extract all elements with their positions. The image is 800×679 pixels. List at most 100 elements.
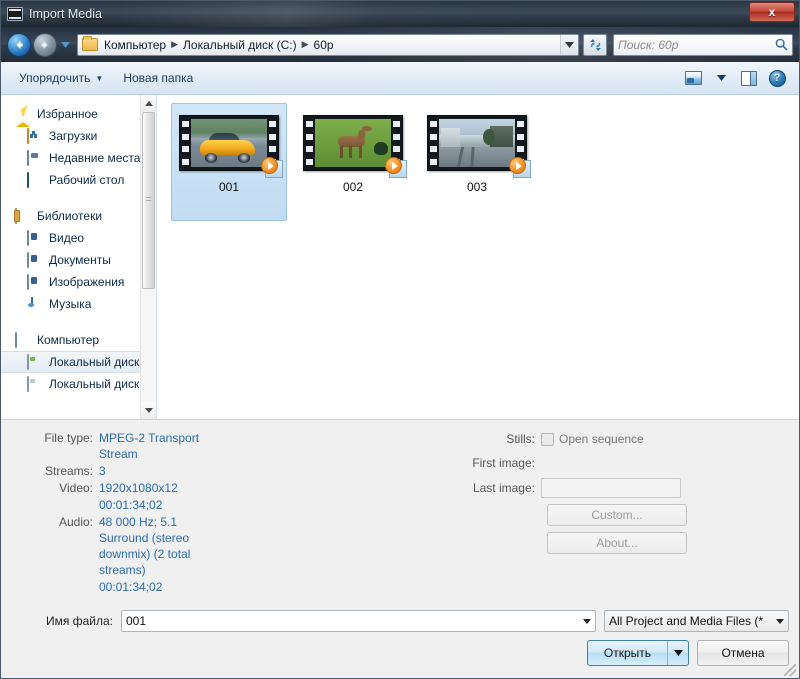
property-label: Video: [59,481,93,495]
sidebar-item-local-disk-d[interactable]: Локальный диск [1,373,156,395]
close-button[interactable]: x [749,2,795,22]
sidebar-item-label: Изображения [49,275,125,289]
cancel-button-label: Отмена [721,646,765,660]
scene-street [439,119,515,167]
preview-pane-button[interactable] [735,66,763,90]
local-disk-icon [27,354,43,370]
forward-button[interactable] [33,32,57,57]
about-button[interactable]: About... [547,532,687,554]
stills-options: Stills: Open sequence First image: Last … [401,430,799,604]
film-perforations-left [180,116,191,170]
sidebar-item-computer[interactable]: Компьютер [1,329,156,351]
file-type-filter-dropdown[interactable]: All Project and Media Files (* [604,610,789,632]
scrollbar-thumb[interactable] [142,112,155,289]
filename-input[interactable]: 001 [121,610,596,632]
scroll-down-button[interactable] [141,402,156,419]
nav-group-favorites: Избранное Загрузки Недавние места Рабочи… [1,103,156,191]
sidebar-item-label: Компьютер [37,333,100,347]
chevron-down-icon [565,41,574,48]
dialog-body: Избранное Загрузки Недавние места Рабочи… [1,95,799,419]
address-bar[interactable]: Компьютер ▶ Локальный диск (C:) ▶ 60p [77,33,579,56]
search-box[interactable]: Поиск: 60p [613,33,793,56]
desktop-icon [27,172,43,188]
play-overlay-icon [385,156,407,178]
media-properties: File type: MPEG-2 Transport Stream Strea… [1,430,401,604]
nav-group-gap [1,317,156,329]
sidebar-item-label: Недавние места [49,151,141,165]
sidebar-item-desktop[interactable]: Рабочий стол [1,169,156,191]
property-row-file-type: File type: MPEG-2 Transport Stream [9,430,401,462]
last-image-input[interactable] [541,478,681,498]
breadcrumb-separator: ▶ [301,39,309,49]
navigation-pane: Избранное Загрузки Недавние места Рабочи… [1,95,156,419]
breadcrumb-item-2[interactable]: 60p [311,38,337,52]
help-button[interactable]: ? [763,66,791,90]
last-image-label: Last image: [472,481,535,495]
property-label: File type: [44,431,93,445]
sidebar-item-documents[interactable]: Документы [1,249,156,271]
sidebar-item-local-disk-c[interactable]: Локальный диск [1,351,156,373]
star-icon [15,107,31,127]
sidebar-item-label: Рабочий стол [49,173,125,187]
sidebar-item-pictures[interactable]: Изображения [1,271,156,293]
first-image-row: First image: [401,454,781,472]
chevron-down-icon [60,41,70,48]
property-value: MPEG-2 Transport Stream [99,431,200,461]
scroll-up-button[interactable] [141,95,156,112]
command-toolbar: Упорядочить ▼ Новая папка ? [1,62,799,95]
address-dropdown-button[interactable] [560,34,578,55]
filename-value: 001 [126,614,147,628]
refresh-icon [589,38,601,51]
search-icon [775,38,788,51]
history-dropdown-button[interactable] [59,33,71,57]
custom-button[interactable]: Custom... [547,504,687,526]
stills-label: Stills: [506,432,535,446]
property-row-audio-duration: 00:01:34;02 [9,579,401,595]
refresh-button[interactable] [583,33,607,56]
scene-car [191,119,267,167]
breadcrumb-item-1[interactable]: Локальный диск (C:) [180,38,300,52]
computer-icon [15,332,31,348]
search-input[interactable]: Поиск: 60p [618,38,775,52]
property-value: 48 000 Hz; 5.1 Surround (stereo downmix)… [99,515,191,577]
scrollbar-track[interactable] [141,112,156,402]
chevron-down-icon[interactable] [583,618,591,624]
new-folder-label: Новая папка [123,71,194,85]
sidebar-item-music[interactable]: Музыка [1,293,156,315]
file-item-002[interactable]: 002 [295,103,411,221]
organize-button[interactable]: Упорядочить ▼ [9,67,113,89]
property-label [9,497,99,513]
cancel-button[interactable]: Отмена [697,640,789,666]
sidebar-item-label: Локальный диск [49,355,140,369]
property-value: 00:01:34;02 [99,580,163,594]
open-button[interactable]: Открыть [586,640,689,666]
sidebar-item-favorites[interactable]: Избранное [1,103,156,127]
file-list[interactable]: 001 002 003 [156,95,799,419]
sidebar-item-recent-places[interactable]: Недавние места [1,147,156,169]
chevron-down-icon [673,650,683,656]
chevron-down-icon[interactable] [776,618,784,624]
play-overlay-icon [509,156,531,178]
sidebar-item-libraries[interactable]: Библиотеки [1,205,156,227]
navigation-bar: Компьютер ▶ Локальный диск (C:) ▶ 60p По… [1,27,799,62]
file-item-003[interactable]: 003 [419,103,535,221]
sidebar-item-downloads[interactable]: Загрузки [1,125,156,147]
resize-grip-icon[interactable] [784,664,796,676]
nav-group-libraries: Библиотеки Видео Документы Изображения М… [1,205,156,315]
open-sequence-checkbox[interactable] [541,432,554,446]
sidebar-scrollbar[interactable] [140,95,156,419]
sidebar-item-video[interactable]: Видео [1,227,156,249]
back-button[interactable] [7,32,31,57]
view-mode-dropdown-button[interactable] [707,66,735,90]
libraries-icon [15,208,31,224]
open-dropdown-button[interactable] [668,641,688,665]
new-folder-button[interactable]: Новая папка [113,67,203,89]
thumbnail [427,112,531,178]
property-value: 00:01:34;02 [99,498,163,512]
window-title: Import Media [29,7,102,21]
chevron-down-icon [716,75,726,81]
file-item-001[interactable]: 001 [171,103,287,221]
view-mode-button[interactable] [679,66,707,90]
breadcrumb-item-0[interactable]: Компьютер [101,38,169,52]
nav-group-gap [1,193,156,205]
